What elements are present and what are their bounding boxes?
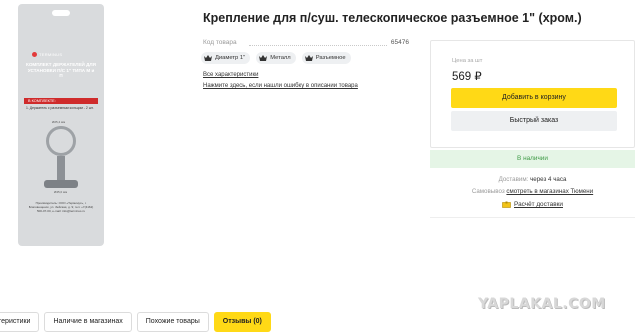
package-brand-text: TERMINUS: [39, 52, 63, 57]
crown-icon: [204, 55, 212, 61]
report-error-link[interactable]: Нажмите здесь, если нашли ошибку в описа…: [203, 83, 358, 89]
price-label: Цена за шт: [452, 58, 483, 64]
dotted-leader: [249, 45, 387, 46]
product-image[interactable]: TERMINUS КОМПЛЕКТ ДЕРЖАТЕЛЕЙ ДЛЯ УСТАНОВ…: [18, 4, 104, 246]
pickup-label: Самовывоз: [471, 188, 505, 195]
product-page: TERMINUS КОМПЛЕКТ ДЕРЖАТЕЛЕЙ ДЛЯ УСТАНОВ…: [0, 0, 640, 335]
delivery-label: Доставим:: [498, 176, 529, 183]
package-in-set-note: 1. Держатель с разъемным кольцом - 2 шт.: [26, 106, 94, 110]
spec-tags: Диаметр 1" Металл Разъемное: [201, 52, 351, 64]
spec-tag-label: Разъемное: [315, 55, 346, 61]
stock-status-badge: В наличии: [430, 150, 635, 168]
delivery-value: через 4 часа: [530, 176, 567, 183]
pickup-stores-link[interactable]: смотреть в магазинах Тюмени: [506, 188, 593, 195]
product-code-row: Код товара 65476: [203, 39, 409, 49]
package-dim-top: Ø25,4 мм: [52, 120, 66, 124]
delivery-info: Доставим: через 4 часа: [430, 176, 635, 183]
product-code-label: Код товара: [203, 39, 237, 46]
product-tabs: актеристики Наличие в магазинах Похожие …: [0, 312, 271, 332]
quick-order-button[interactable]: Быстрый заказ: [451, 111, 617, 131]
spec-tag-label: Диаметр 1": [215, 55, 246, 61]
crown-icon: [304, 55, 313, 61]
tab-specs[interactable]: актеристики: [0, 312, 40, 332]
package-in-set-label: В КОМПЛЕКТЕ:: [24, 98, 98, 104]
box-icon: [502, 201, 511, 208]
crown-icon: [259, 55, 268, 61]
product-title: Крепление для п/суш. телескопическое раз…: [203, 11, 582, 25]
holder-stem-shape: [57, 156, 65, 182]
tab-store-availability[interactable]: Наличие в магазинах: [44, 312, 132, 332]
package-hang-hole: [52, 10, 70, 16]
holder-ring-shape: [46, 126, 76, 156]
tab-reviews[interactable]: Отзывы (0): [213, 312, 271, 332]
brand-logo-icon: [32, 52, 37, 58]
package-title: КОМПЛЕКТ ДЕРЖАТЕЛЕЙ ДЛЯ УСТАНОВКИ П/С 1"…: [26, 62, 96, 79]
calc-delivery[interactable]: Расчёт доставки: [430, 201, 635, 208]
panel-divider: [430, 217, 635, 218]
tab-similar-products[interactable]: Похожие товары: [136, 312, 209, 332]
spec-tag-type[interactable]: Разъемное: [301, 52, 351, 64]
package-dim-bottom: Ø45,0 мм: [54, 190, 68, 194]
spec-tag-label: Металл: [270, 55, 291, 61]
package-brand: TERMINUS: [32, 52, 63, 58]
watermark: YAPLAKAL.COM: [478, 296, 606, 312]
package-maker-text: Производитель: ООО «Терминус», г. Благов…: [28, 201, 94, 213]
price-value: 569 ₽: [452, 71, 482, 83]
calc-delivery-link[interactable]: Расчёт доставки: [514, 201, 563, 208]
pickup-info: Самовывоз смотреть в магазинах Тюмени: [430, 188, 635, 195]
price-box: Цена за шт 569 ₽ Добавить в корзину Быст…: [430, 40, 635, 148]
product-code-value: 65476: [390, 39, 409, 46]
all-specs-link[interactable]: Все характеристики: [203, 72, 258, 78]
spec-tag-diameter[interactable]: Диаметр 1": [201, 52, 251, 64]
add-to-cart-button[interactable]: Добавить в корзину: [451, 88, 617, 108]
holder-base-shape: [44, 180, 78, 188]
spec-tag-material[interactable]: Металл: [256, 52, 296, 64]
